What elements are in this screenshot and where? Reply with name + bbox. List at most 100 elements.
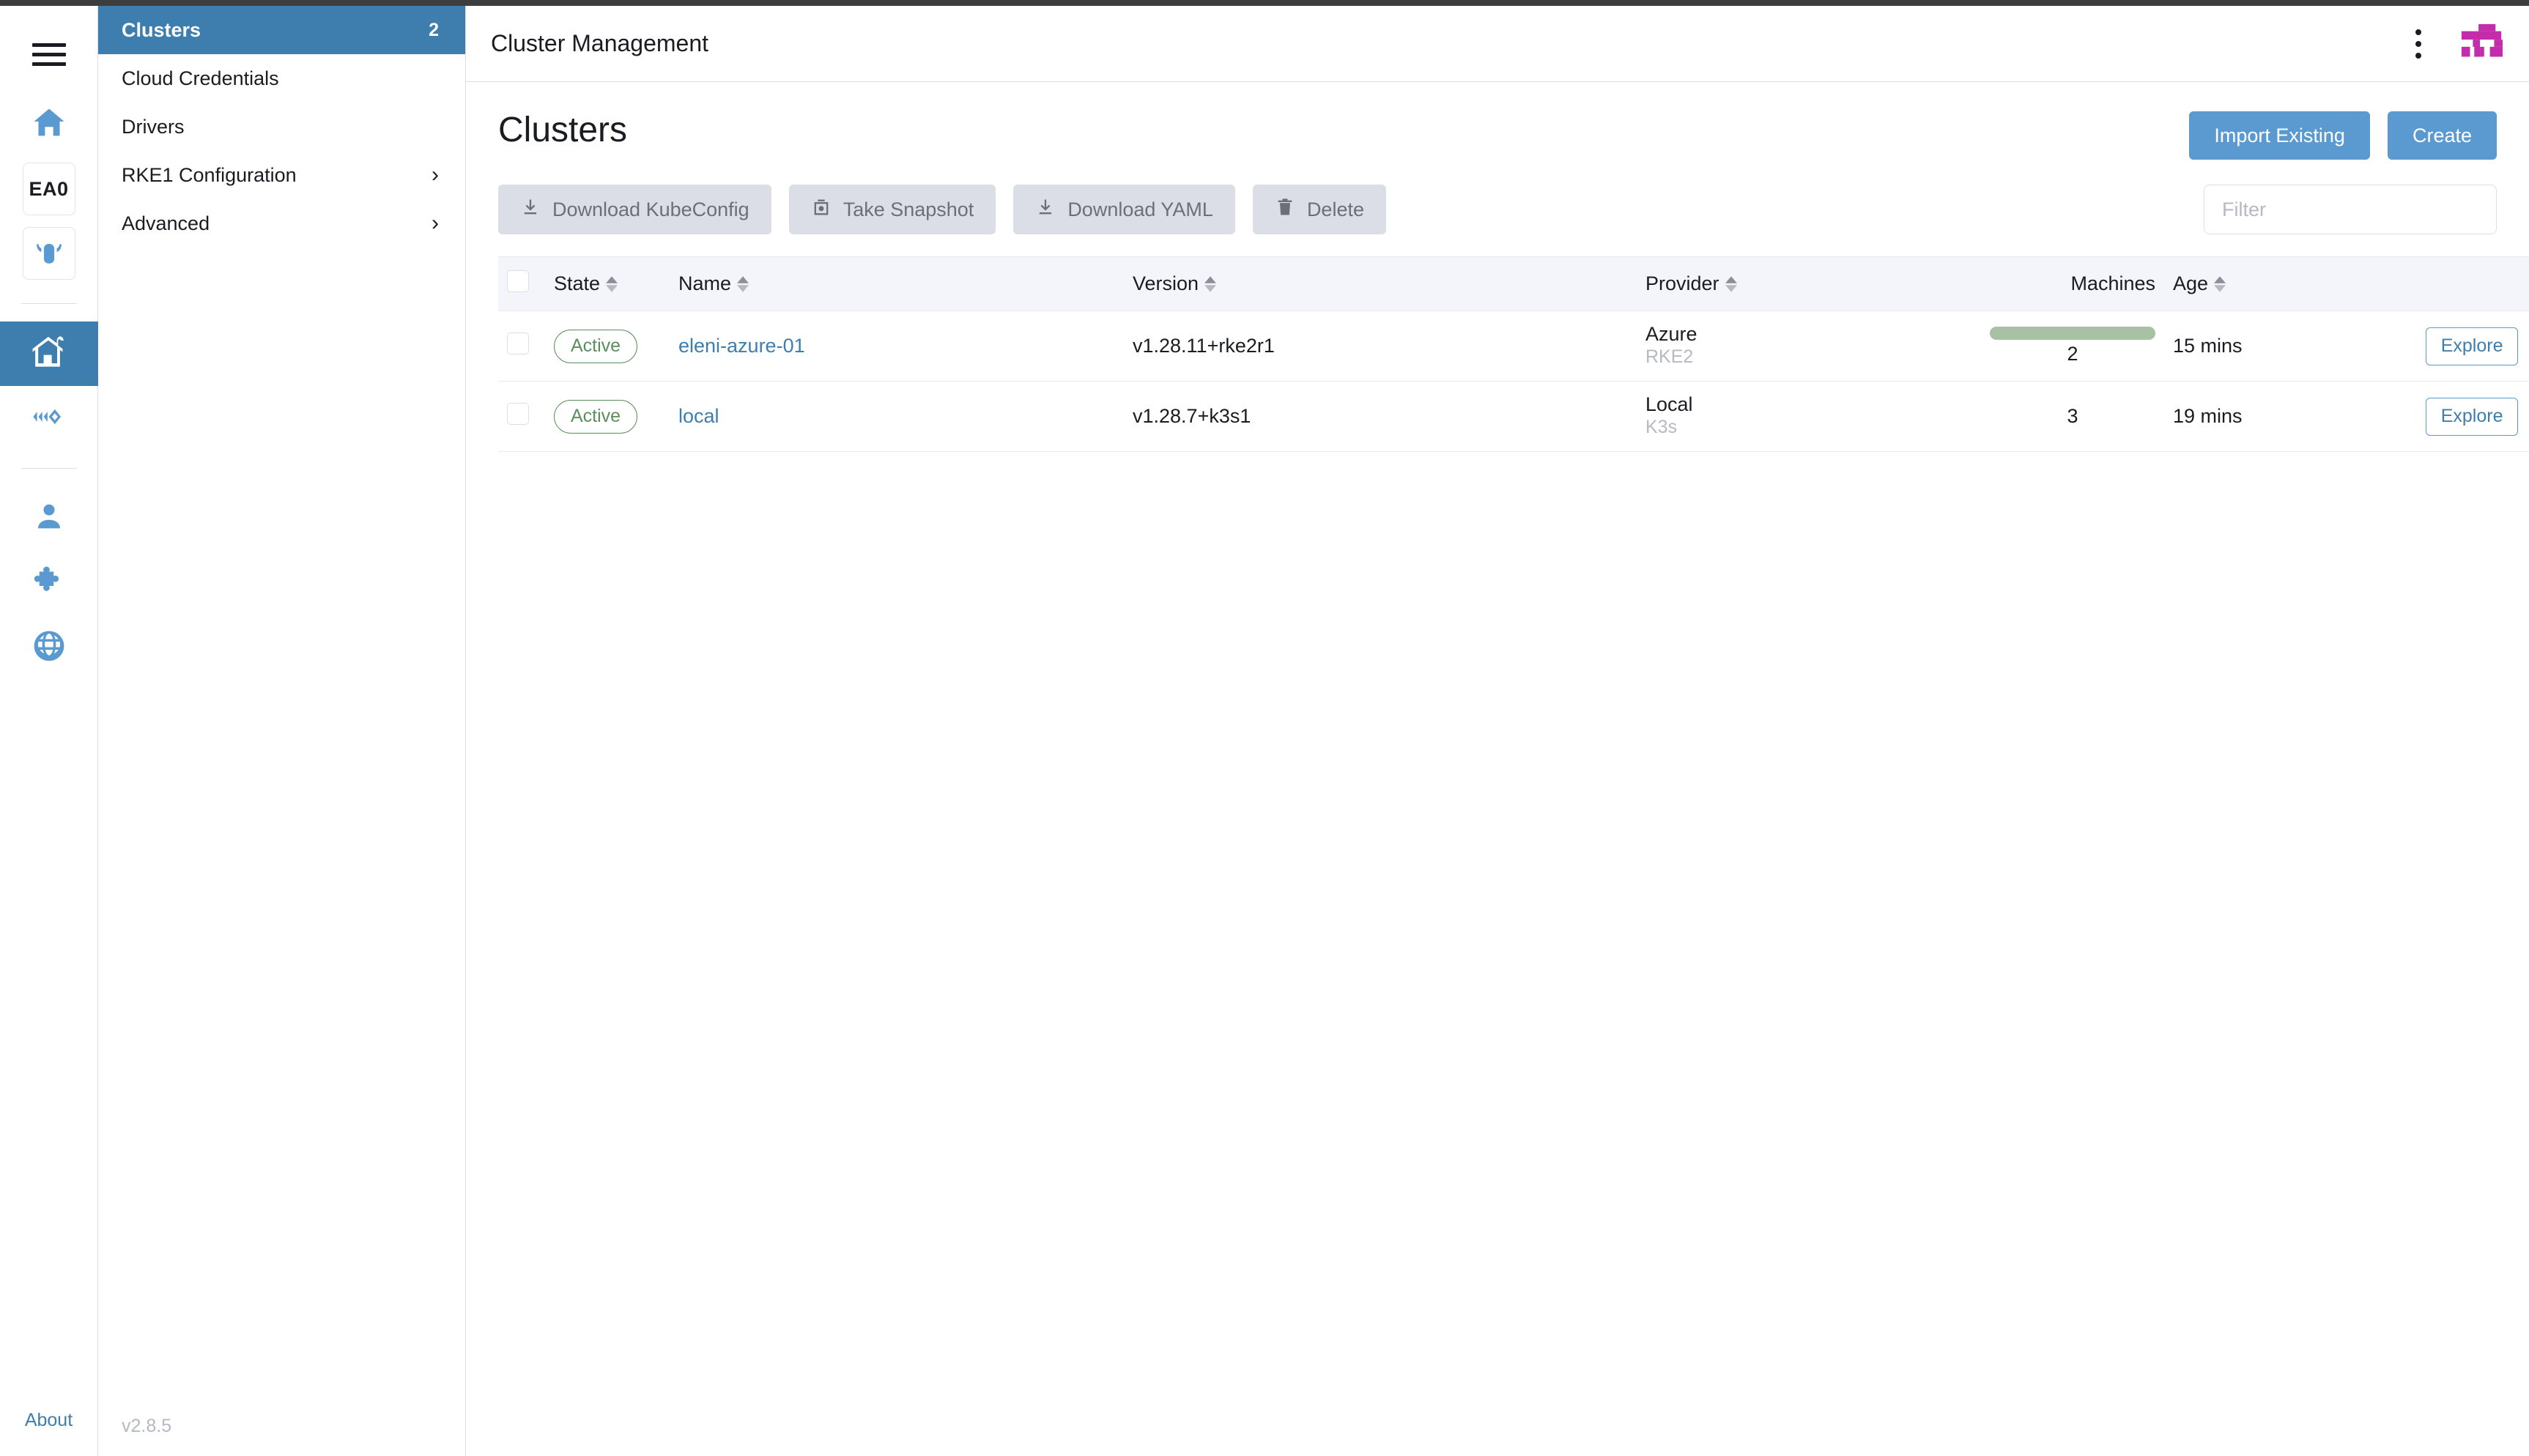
fleet-icon (30, 398, 68, 439)
sidebar-item-rke1-configuration[interactable]: RKE1 Configuration › (98, 151, 465, 199)
bulk-button-label: Download YAML (1067, 198, 1213, 221)
rail-item-local-cluster[interactable] (0, 221, 98, 286)
barn-icon (29, 333, 69, 376)
rail-item-cluster-ea0[interactable]: EA0 (0, 157, 98, 221)
column-label: Machines (2070, 272, 2155, 295)
bulk-button-label: Download KubeConfig (552, 198, 749, 221)
column-header-version[interactable]: Version (1124, 257, 1637, 311)
hamburger-menu-button[interactable] (0, 16, 98, 92)
row-state-cell: Active (545, 382, 670, 452)
row-checkbox[interactable] (507, 403, 529, 425)
hamburger-menu-icon (32, 43, 66, 66)
column-header-state[interactable]: State (545, 257, 670, 311)
sidebar-item-advanced[interactable]: Advanced › (98, 199, 465, 248)
provider-name: Local (1645, 393, 1972, 416)
sidebar-item-label: Clusters (122, 19, 201, 42)
rail-item-continuous-delivery[interactable] (0, 386, 98, 450)
create-button[interactable]: Create (2388, 111, 2497, 160)
take-snapshot-button[interactable]: Take Snapshot (789, 185, 996, 234)
column-label: Age (2173, 272, 2208, 295)
sidebar-item-cloud-credentials[interactable]: Cloud Credentials (98, 54, 465, 103)
row-actions-cell: Explore (2311, 311, 2529, 382)
sidebar-item-count: 2 (429, 20, 439, 41)
bulk-actions-toolbar: Download KubeConfig Take Snapshot (498, 185, 2497, 234)
sort-icon (737, 276, 749, 292)
top-header-bar: Cluster Management (466, 6, 2529, 82)
sidebar-item-clusters[interactable]: Clusters 2 (98, 6, 465, 54)
cluster-name-link[interactable]: eleni-azure-01 (678, 335, 805, 357)
rancher-logo[interactable] (2459, 21, 2504, 67)
provider-distribution: K3s (1645, 416, 1972, 439)
status-badge: Active (554, 330, 637, 363)
delete-button[interactable]: Delete (1253, 185, 1386, 234)
window-title: Cluster Management (466, 30, 708, 57)
rail-item-cluster-management[interactable] (0, 322, 98, 386)
download-yaml-button[interactable]: Download YAML (1013, 185, 1235, 234)
download-icon (520, 197, 541, 223)
rail-divider-2 (21, 468, 77, 469)
filter-input[interactable] (2204, 185, 2497, 234)
explore-button[interactable]: Explore (2426, 398, 2519, 436)
rail-item-extensions[interactable] (0, 551, 98, 615)
sidebar-item-label: Advanced (122, 212, 210, 235)
sidebar-item-drivers[interactable]: Drivers (98, 103, 465, 151)
cluster-badge: EA0 (23, 163, 75, 215)
row-state-cell: Active (545, 311, 670, 382)
header-kebab-menu-button[interactable] (2406, 24, 2431, 64)
row-provider-cell: Azure RKE2 (1637, 311, 1981, 382)
import-existing-button[interactable]: Import Existing (2189, 111, 2370, 160)
about-link[interactable]: About (25, 1410, 73, 1456)
bulk-button-label: Delete (1307, 198, 1364, 221)
rail-item-global-settings[interactable] (0, 615, 98, 680)
page-header: Clusters Import Existing Create (498, 111, 2497, 160)
clusters-table: State Name (498, 256, 2529, 452)
row-machines-cell: 2 (1981, 311, 2164, 382)
provider-name: Azure (1645, 323, 1972, 346)
explore-button[interactable]: Explore (2426, 327, 2519, 365)
column-header-name[interactable]: Name (670, 257, 1124, 311)
select-all-checkbox[interactable] (507, 270, 529, 292)
rail-item-users-auth[interactable] (0, 486, 98, 551)
row-age-cell: 19 mins (2164, 382, 2311, 452)
bulk-actions-group: Download KubeConfig Take Snapshot (498, 185, 1386, 234)
app-root: EA0 (0, 0, 2529, 1456)
column-header-actions (2311, 257, 2529, 311)
cluster-name-link[interactable]: local (678, 405, 719, 427)
cow-head-icon-box (23, 227, 75, 280)
machines-count: 2 (1990, 343, 2155, 365)
icon-rail: EA0 (0, 6, 98, 1456)
sort-icon (1204, 276, 1216, 292)
row-checkbox[interactable] (507, 333, 529, 354)
column-label: Version (1133, 272, 1199, 295)
sort-icon (606, 276, 618, 292)
user-icon (31, 499, 67, 539)
main-content: Clusters Import Existing Create Download… (466, 82, 2529, 1456)
column-header-provider[interactable]: Provider (1637, 257, 1981, 311)
table-row[interactable]: Active local v1.28.7+k3s1 Local K3s (498, 382, 2529, 452)
column-header-age[interactable]: Age (2164, 257, 2311, 311)
sidebar-item-label: Drivers (122, 116, 185, 138)
secondary-nav-list: Clusters 2 Cloud Credentials Drivers RKE… (98, 6, 465, 248)
globe-icon (31, 628, 67, 668)
camera-icon (811, 197, 832, 223)
page-action-buttons: Import Existing Create (2189, 111, 2497, 160)
top-header-actions (2406, 21, 2504, 67)
select-all-header (498, 257, 545, 311)
row-age-cell: 15 mins (2164, 311, 2311, 382)
window-top-strip (0, 0, 2529, 6)
chevron-right-icon: › (432, 164, 439, 186)
row-version-cell: v1.28.7+k3s1 (1124, 382, 1637, 452)
status-badge: Active (554, 400, 637, 434)
rancher-version-label: v2.8.5 (122, 1416, 171, 1437)
rail-item-home[interactable] (0, 92, 98, 157)
page-title: Clusters (498, 111, 627, 150)
rail-divider-1 (21, 303, 77, 304)
body-wrapper: EA0 (0, 6, 2529, 1456)
row-name-cell: eleni-azure-01 (670, 311, 1124, 382)
content-area: Cluster Management (466, 6, 2529, 1456)
table-row[interactable]: Active eleni-azure-01 v1.28.11+rke2r1 Az… (498, 311, 2529, 382)
machines-progress-bar (1990, 327, 2155, 340)
cow-head-icon (32, 237, 66, 270)
download-kubeconfig-button[interactable]: Download KubeConfig (498, 185, 771, 234)
secondary-nav: Clusters 2 Cloud Credentials Drivers RKE… (98, 6, 466, 1456)
